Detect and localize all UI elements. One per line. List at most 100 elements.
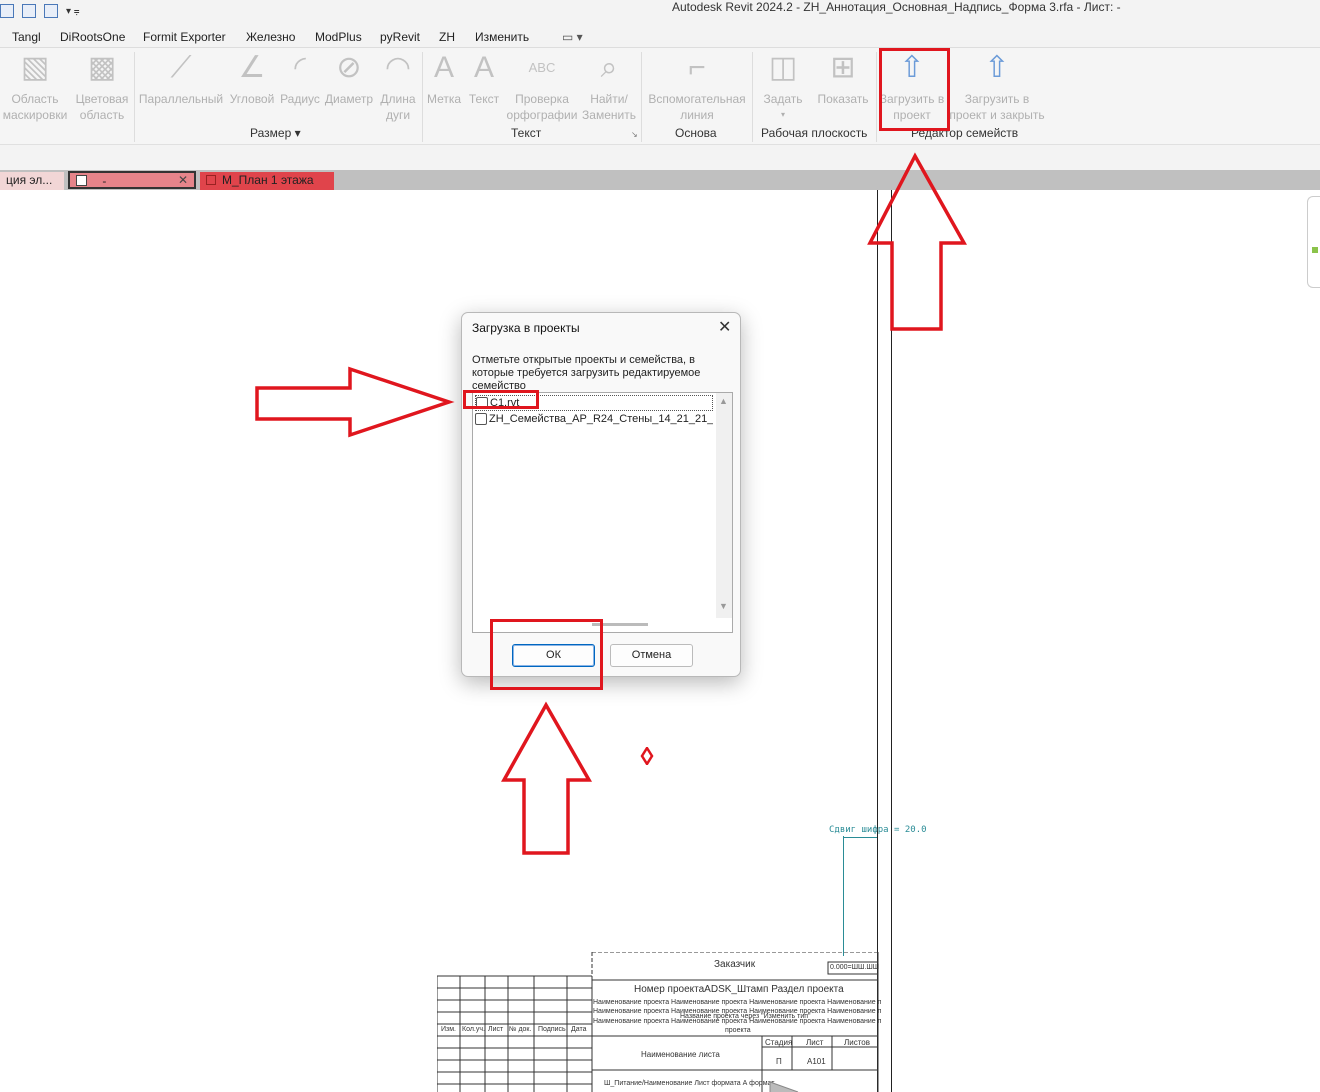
- title-bar: ▾ ⩦ Autodesk Revit 2024.2 - ZH_Аннотация…: [0, 0, 1320, 26]
- arrow-right-icon: [255, 366, 455, 438]
- dimension-line: [843, 836, 844, 956]
- stamp-stage-header: Листов: [844, 1038, 870, 1047]
- reference-line-button[interactable]: ⌐ Вспомогательная линия: [645, 52, 749, 123]
- scroll-down-icon[interactable]: ▼: [719, 601, 728, 611]
- tab-view-elements[interactable]: ция эл...: [0, 172, 64, 190]
- masking-region-button[interactable]: ▧ Область маскировки: [0, 52, 70, 123]
- origin-marker-icon: [640, 747, 654, 765]
- arc-length-icon: ◠: [384, 51, 412, 84]
- open-icon[interactable]: [0, 4, 14, 18]
- stamp-col-header: Лист: [488, 1026, 504, 1033]
- color-region-icon: ▩: [87, 51, 117, 84]
- navigation-bar[interactable]: [1307, 196, 1320, 288]
- reference-line-icon: ⌐: [688, 51, 706, 84]
- find-replace-button[interactable]: ⌕ Найти/Заменить: [580, 52, 638, 123]
- radial-dimension-icon: ◜: [294, 51, 306, 84]
- switch-windows-icon[interactable]: [44, 4, 58, 18]
- dialog-title: Загрузка в проекты: [472, 321, 580, 335]
- stamp-col-header: Изм.: [441, 1026, 456, 1033]
- close-document-icon[interactable]: [22, 4, 36, 18]
- tab-modify[interactable]: Изменить: [475, 30, 529, 44]
- angular-dimension-button[interactable]: ∠ Угловой: [227, 52, 277, 107]
- angular-dimension-icon: ∠: [238, 51, 266, 84]
- label-icon: A: [433, 51, 454, 84]
- cancel-button[interactable]: Отмена: [610, 644, 693, 667]
- spell-check-button[interactable]: ABC Проверка орфографии: [506, 52, 578, 123]
- close-tab-icon[interactable]: ✕: [178, 173, 188, 187]
- panel-label-dimension[interactable]: Размер ▾: [250, 126, 301, 140]
- stamp-stage-header: Стадия: [765, 1038, 793, 1047]
- floor-plan-icon: [206, 175, 216, 185]
- navigation-icon: [1312, 247, 1318, 253]
- load-and-close-icon: ⇧: [984, 51, 1010, 84]
- panel-label-work-plane: Рабочая плоскость: [761, 126, 868, 140]
- label-button[interactable]: A Метка: [425, 52, 463, 107]
- tab-zhelezno[interactable]: Железно: [246, 30, 295, 44]
- project-checklist[interactable]: C1.rvt ZH_Семейства_АР_R24_Стены_14_21_2…: [472, 392, 733, 633]
- diameter-dimension-icon: ⊘: [336, 51, 362, 84]
- panel-toggle-icon[interactable]: ▭ ▾: [562, 30, 583, 44]
- arc-length-button[interactable]: ◠ Длина дуги: [378, 52, 418, 123]
- highlight-load-into-project: [879, 48, 950, 131]
- stamp-col-header: № док.: [509, 1026, 532, 1033]
- window-title: Autodesk Revit 2024.2 - ZH_Аннотация_Осн…: [672, 0, 1121, 14]
- stamp-project-name: Наименование проекта Наименование проект…: [593, 1018, 881, 1025]
- find-replace-icon: ⌕: [600, 51, 618, 84]
- panel-launcher-icon[interactable]: ↘: [631, 130, 638, 139]
- tab-formit-exporter[interactable]: Formit Exporter: [143, 30, 226, 44]
- list-item-zh-families[interactable]: ZH_Семейства_АР_R24_Стены_14_21_21_07_24: [475, 411, 713, 427]
- sheet-icon: [76, 175, 87, 186]
- tab-modplus[interactable]: ModPlus: [315, 30, 362, 44]
- tab-dirootsone[interactable]: DiRootsOne: [60, 30, 125, 44]
- arrow-up-icon: [867, 152, 967, 331]
- show-workplane-button[interactable]: ⊞ Показать: [813, 52, 873, 107]
- scroll-up-icon[interactable]: ▲: [719, 396, 728, 406]
- masking-region-icon: ▧: [20, 51, 50, 84]
- panel-label-datum: Основа: [675, 126, 717, 140]
- text-icon: A: [473, 51, 494, 84]
- quick-access-toolbar: ▾ ⩦: [0, 2, 80, 20]
- tab-sheet-active[interactable]: - ✕: [68, 171, 196, 189]
- arrow-up-icon: [501, 701, 593, 855]
- stamp-project-name: Наименование проекта Наименование проект…: [593, 999, 881, 1006]
- tab-tangl[interactable]: Tangl: [12, 30, 41, 44]
- stamp-sheet-name: Наименование листа: [641, 1050, 720, 1059]
- tab-floor-plan-1[interactable]: М_План 1 этажа: [200, 172, 334, 190]
- stamp-col-header: Кол.уч.: [462, 1026, 485, 1033]
- tab-pyrevit[interactable]: pyRevit: [380, 30, 420, 44]
- show-workplane-icon: ⊞: [830, 51, 856, 84]
- stamp-stage-header: Лист: [806, 1038, 824, 1047]
- spell-check-icon: ABC: [528, 60, 556, 75]
- dialog-description: Отметьте открытые проекты и семейства, в…: [472, 354, 701, 392]
- aligned-dimension-button[interactable]: ⟋ Параллельный: [138, 52, 224, 107]
- checkbox[interactable]: [475, 413, 487, 425]
- stamp-bottom-text: Ш_Питание/Наименование Лист формата А фо…: [604, 1080, 775, 1087]
- stamp-col-header: Подпись: [538, 1026, 566, 1033]
- customize-toolbar-icon[interactable]: ▾ ⩦: [66, 6, 80, 17]
- tab-zh[interactable]: ZH: [439, 30, 455, 44]
- set-workplane-icon: ◫: [768, 51, 798, 84]
- stamp-stage-value: П: [776, 1057, 782, 1066]
- dimension-label[interactable]: Сдвиг шифра = 20.0: [829, 825, 927, 835]
- logo-triangle-icon: [769, 1081, 799, 1092]
- stamp-project-name: проекта: [725, 1027, 751, 1034]
- aligned-dimension-icon: ⟋: [170, 51, 192, 84]
- stamp-code-box: 0.000=ШШ.ШШ: [830, 964, 880, 971]
- highlight-c1-item: [463, 390, 539, 409]
- vertical-scrollbar[interactable]: ▲ ▼: [716, 393, 732, 618]
- stamp-project-line: Номер проектаADSK_Штамп Раздел проекта: [634, 984, 844, 995]
- set-workplane-button[interactable]: ◫ Задать ▾: [757, 52, 809, 123]
- color-region-button[interactable]: ▩ Цветовая область: [72, 52, 132, 123]
- dimension-line: [843, 837, 877, 838]
- radial-dimension-button[interactable]: ◜ Радиус: [280, 52, 320, 107]
- options-bar: [0, 144, 1320, 170]
- stamp-col-header: Дата: [571, 1026, 587, 1033]
- load-into-project-and-close-button[interactable]: ⇧ Загрузить в проект и закрыть: [945, 52, 1049, 123]
- stamp-customer: Заказчик: [714, 959, 756, 970]
- highlight-ok-button: [490, 619, 603, 690]
- document-tab-bar: ция эл... - ✕ М_План 1 этажа: [0, 170, 1320, 190]
- text-button[interactable]: A Текст: [465, 52, 503, 107]
- close-icon[interactable]: ✕: [718, 317, 731, 337]
- ribbon: ▧ Область маскировки ▩ Цветовая область ⟋ …: [0, 48, 1320, 190]
- diameter-dimension-button[interactable]: ⊘ Диаметр: [323, 52, 375, 107]
